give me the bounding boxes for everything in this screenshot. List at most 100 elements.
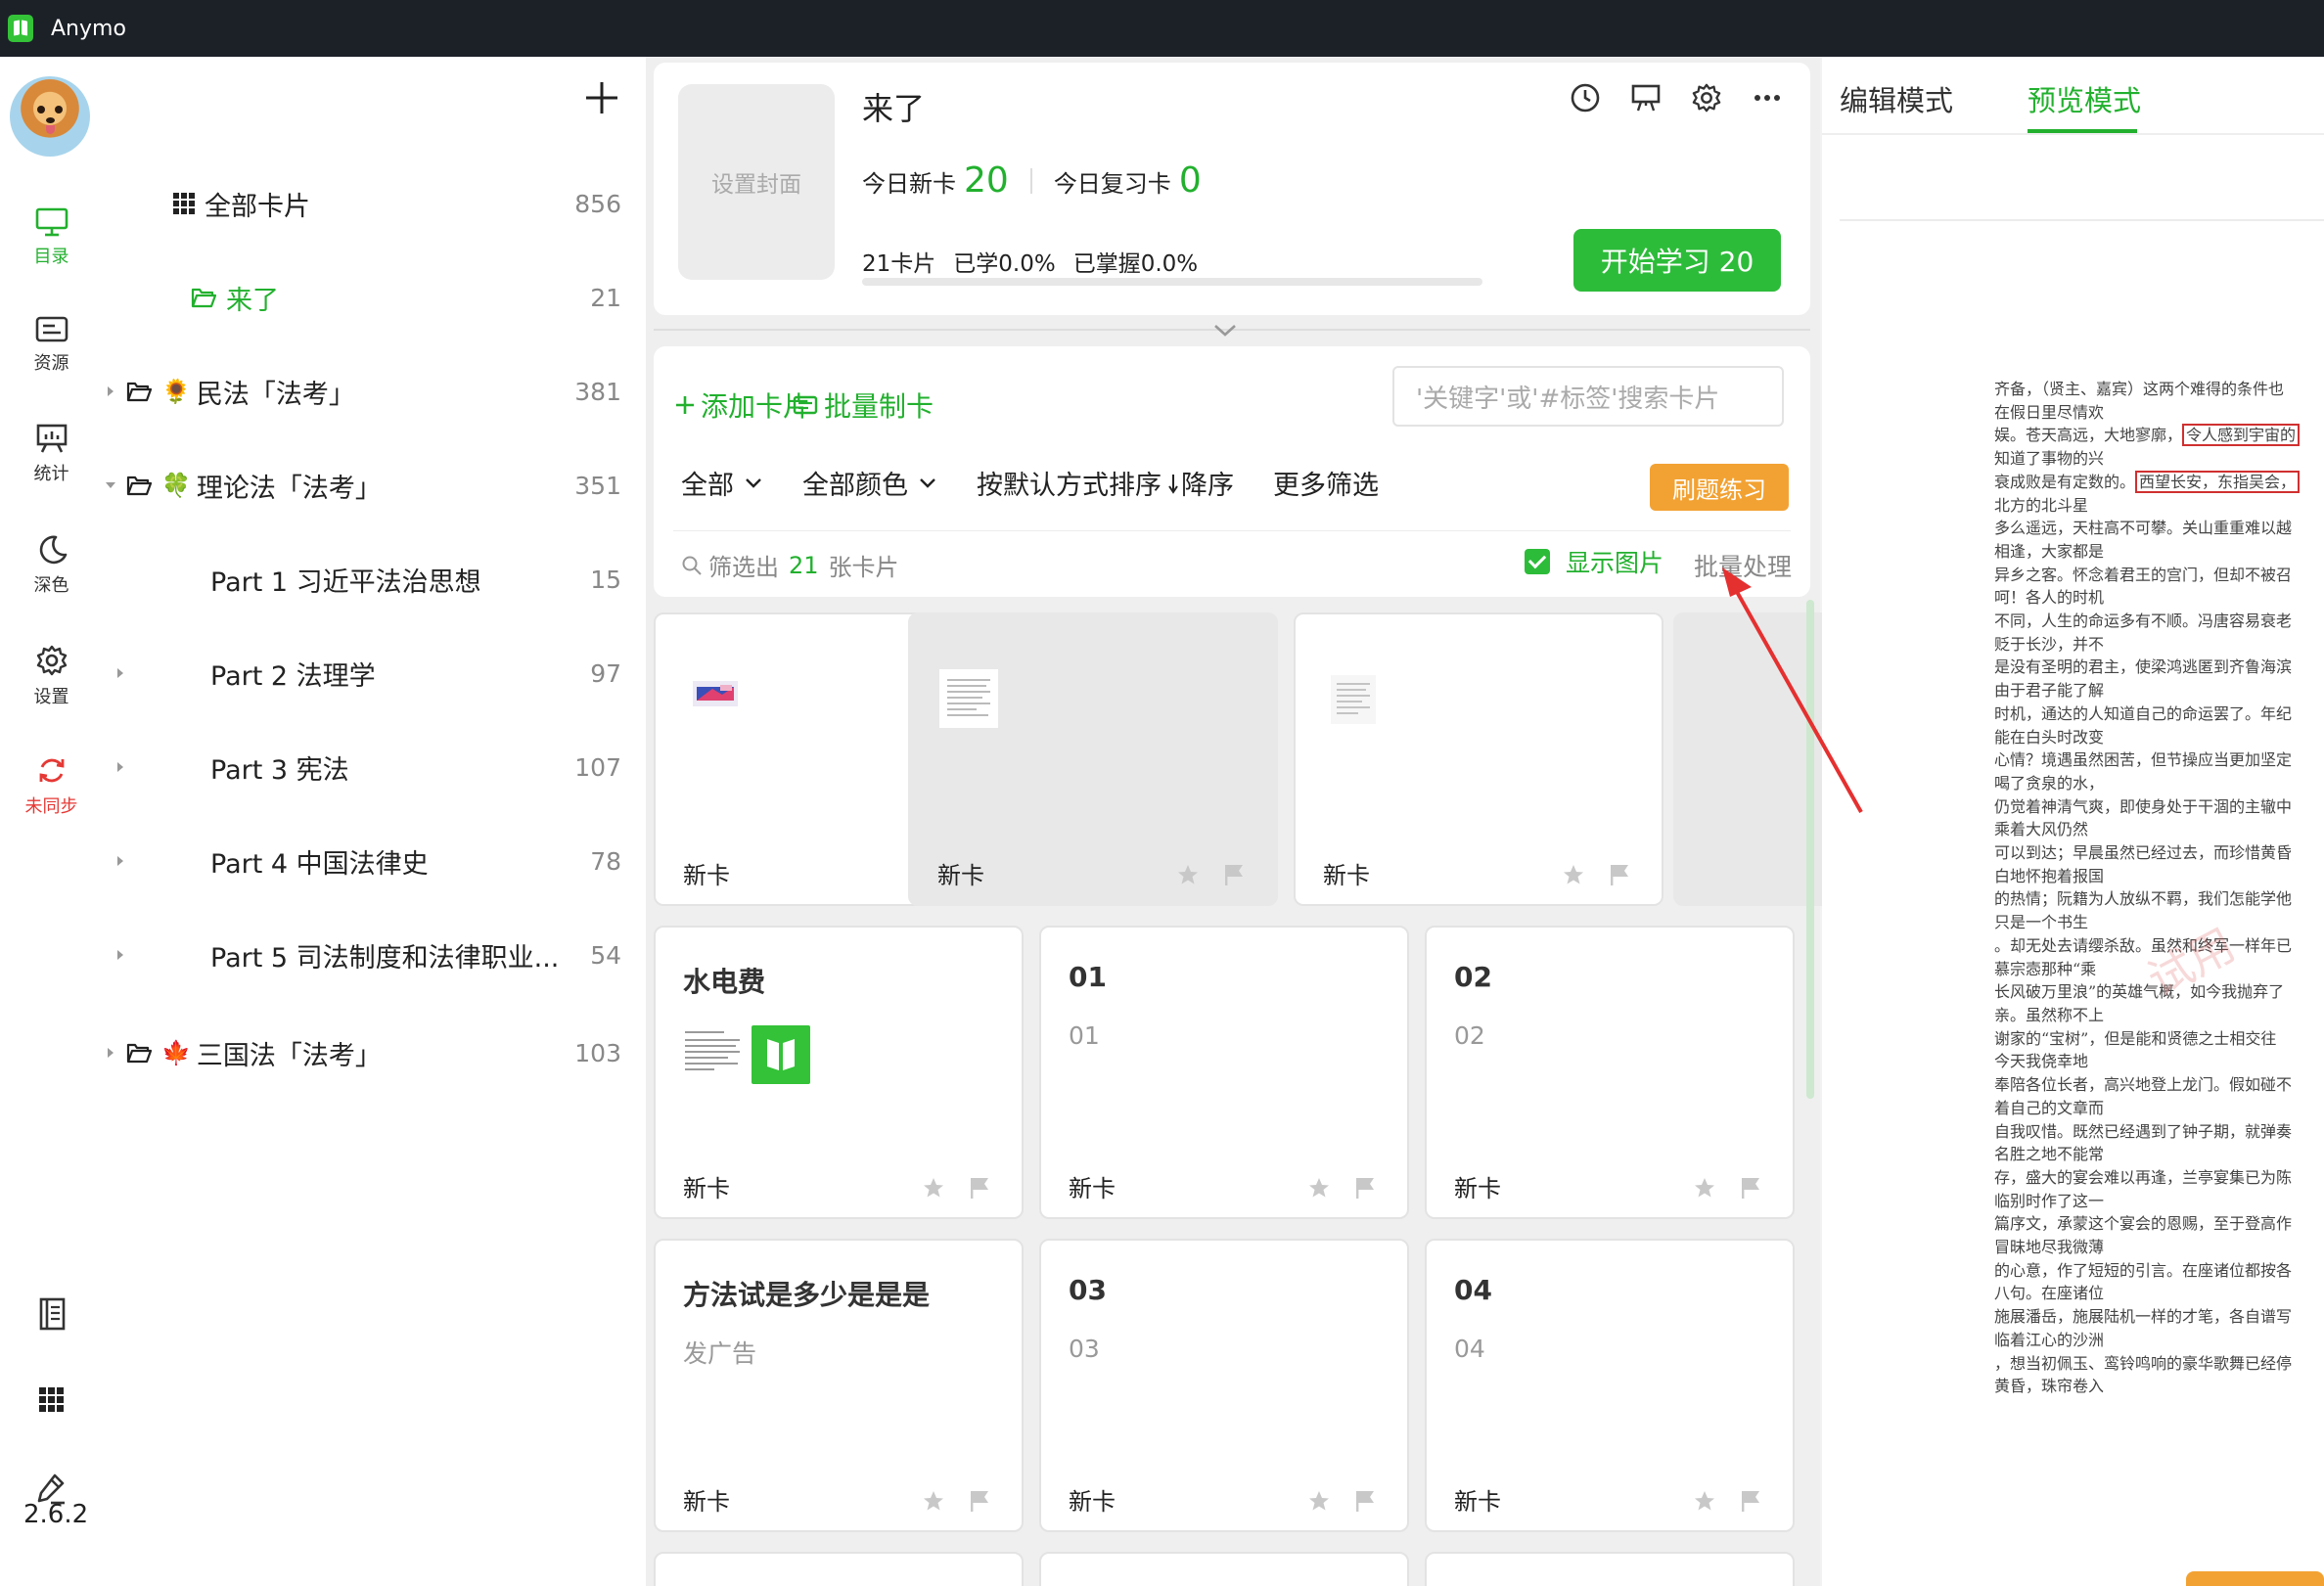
clock-icon[interactable] [1570, 82, 1601, 113]
card-item[interactable]: 新卡 [1294, 612, 1663, 906]
document-line: 在假日里尽情欢 [1994, 402, 2105, 422]
rail-item-dark-mode[interactable]: 深色 [0, 534, 103, 597]
tab-edit-mode[interactable]: 编辑模式 [1840, 78, 1953, 119]
card-item[interactable]: 新卡 [908, 612, 1278, 906]
more-filters-label: 更多筛选 [1273, 471, 1379, 501]
star-icon[interactable] [922, 1489, 945, 1513]
rail-label: 目录 [33, 247, 69, 267]
flag-icon[interactable] [1609, 863, 1630, 886]
avatar-nose [46, 117, 55, 123]
card-toolbar: 添加卡片 批量制卡 '关键字'或'#标签'搜索卡片 全部 全部颜色 按默认方式排… [654, 346, 1810, 597]
star-icon[interactable] [1562, 863, 1585, 886]
card-item[interactable]: 03 03 新卡 [1039, 1239, 1409, 1532]
document-line: 呵！各人的时机 [1994, 588, 2105, 608]
card-title: 水电费 [683, 966, 766, 998]
caret-right-icon[interactable] [113, 665, 128, 681]
grid-view-button[interactable] [0, 1385, 103, 1415]
document-line: 黄昏，珠帘卷入 [1994, 1377, 2105, 1396]
tree-item-count: 351 [574, 471, 621, 500]
star-icon[interactable] [1307, 1489, 1331, 1513]
tree-item-part3[interactable]: Part 3 宪法 107 [103, 736, 646, 798]
flag-icon[interactable] [1354, 1176, 1376, 1200]
caret-right-icon[interactable] [113, 853, 128, 869]
rail-item-settings[interactable]: 设置 [0, 644, 103, 708]
flag-icon[interactable] [1223, 863, 1245, 886]
tree-item-part5[interactable]: Part 5 司法制度和法律职业... 54 [103, 924, 646, 986]
set-cover-button[interactable]: 设置封面 [678, 84, 835, 280]
card-item[interactable]: 01 01 新卡 [1039, 926, 1409, 1219]
star-icon[interactable] [1693, 1176, 1716, 1200]
grid-icon [173, 193, 195, 214]
review-cards-count: 0 [1178, 160, 1202, 201]
star-icon[interactable] [922, 1176, 945, 1200]
tree-item-label: 全部卡片 [205, 191, 310, 222]
card-item[interactable] [1425, 1552, 1795, 1586]
tree-item-intl-law[interactable]: 🍁 三国法「法考」 103 [103, 1021, 646, 1084]
folder-tree: 全部卡片 856 来了 21 🌻 民法「法考」 381 🍀 理论法「法考」 35… [103, 57, 646, 1586]
book-icon [767, 1039, 795, 1070]
tree-item-label: Part 4 中国法律史 [210, 848, 429, 880]
sort-dropdown[interactable]: 按默认方式排序 降序 [977, 464, 1234, 502]
tree-item-theory-law[interactable]: 🍀 理论法「法考」 351 [103, 454, 646, 517]
practice-button[interactable]: 刷题练习 [1650, 464, 1789, 511]
tree-item-label: 三国法「法考」 [196, 1040, 382, 1071]
presentation-icon[interactable] [1630, 82, 1662, 113]
card-item[interactable]: 04 04 新卡 [1425, 1239, 1795, 1532]
caret-right-icon[interactable] [113, 947, 128, 963]
tree-item-lai-le[interactable]: 来了 21 [103, 266, 646, 329]
preview-action-button[interactable] [2186, 1571, 2324, 1586]
flag-icon[interactable] [969, 1489, 990, 1513]
today-stats: 今日新卡 20 今日复习卡 0 [862, 160, 1202, 201]
notebook-button[interactable] [0, 1297, 103, 1331]
chevron-down-icon[interactable] [1211, 323, 1239, 339]
card-total: 21卡片 [862, 251, 936, 277]
avatar[interactable] [10, 76, 90, 157]
filter-all-dropdown[interactable]: 全部 [681, 464, 763, 502]
tree-item-part1[interactable]: Part 1 习近平法治思想 15 [103, 548, 646, 611]
folder-icon [126, 382, 152, 402]
add-folder-icon[interactable] [582, 78, 621, 117]
flag-icon[interactable] [969, 1176, 990, 1200]
more-filters-button[interactable]: 更多筛选 [1273, 464, 1379, 502]
flag-icon[interactable] [1740, 1489, 1761, 1513]
tree-item-civil-law[interactable]: 🌻 民法「法考」 381 [103, 360, 646, 423]
document-line: 八句。在座诸位 [1994, 1284, 2105, 1303]
batch-make-button[interactable]: 批量制卡 [793, 385, 934, 425]
rail-item-resources[interactable]: 资源 [0, 316, 103, 375]
search-input[interactable]: '关键字'或'#标签'搜索卡片 [1392, 366, 1784, 427]
rail-item-stats[interactable]: 统计 [0, 423, 103, 485]
star-icon[interactable] [1693, 1489, 1716, 1513]
preview-document: 齐备，（贤主、嘉宾）这两个难得的条件也 在假日里尽情欢 娱。苍天高远，大地寥廓， 令人… [1994, 378, 2324, 1398]
flag-icon[interactable] [1740, 1176, 1761, 1200]
card-title: 01 [1069, 961, 1107, 993]
card-item[interactable]: 水电费 新卡 [654, 926, 1024, 1219]
add-card-button[interactable]: 添加卡片 [673, 385, 810, 425]
flag-icon[interactable] [1354, 1489, 1376, 1513]
tab-preview-mode[interactable]: 预览模式 [2028, 78, 2141, 119]
start-learning-button[interactable]: 开始学习 20 [1573, 229, 1781, 292]
rail-label: 设置 [33, 687, 69, 707]
tree-item-part4[interactable]: Part 4 中国法律史 78 [103, 830, 646, 892]
caret-right-icon[interactable] [113, 759, 128, 775]
caret-down-icon[interactable] [103, 477, 118, 493]
highlighted-text: 令人感到宇宙的 [2182, 424, 2301, 447]
gear-icon[interactable] [1691, 82, 1722, 113]
show-images-checkbox[interactable] [1525, 549, 1550, 574]
tree-item-all-cards[interactable]: 全部卡片 856 [103, 172, 646, 235]
folder-icon [126, 1043, 152, 1064]
card-item[interactable] [1039, 1552, 1409, 1586]
card-item[interactable]: 方法试是多少是是是 发广告 新卡 [654, 1239, 1024, 1532]
caret-right-icon[interactable] [103, 384, 118, 399]
show-images-toggle[interactable]: 显示图片 [1525, 544, 1663, 579]
more-icon[interactable] [1752, 82, 1783, 113]
rail-item-sync[interactable]: 未同步 [0, 755, 103, 818]
card-item[interactable]: 02 02 新卡 [1425, 926, 1795, 1219]
star-icon[interactable] [1176, 863, 1200, 886]
filter-color-dropdown[interactable]: 全部颜色 [802, 464, 937, 502]
card-item[interactable] [654, 1552, 1024, 1586]
card-title: 03 [1069, 1274, 1107, 1306]
rail-item-catalog[interactable]: 目录 [0, 207, 103, 268]
caret-right-icon[interactable] [103, 1045, 118, 1061]
star-icon[interactable] [1307, 1176, 1331, 1200]
tree-item-part2[interactable]: Part 2 法理学 97 [103, 642, 646, 704]
